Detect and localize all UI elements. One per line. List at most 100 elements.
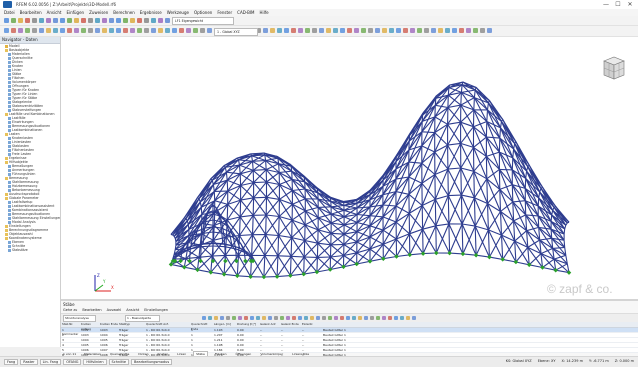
table-cell[interactable]: 1002 — [80, 328, 99, 332]
table-toolbar-icon[interactable] — [244, 316, 248, 320]
view-toolbar-icon[interactable] — [67, 28, 72, 33]
table-toolbar-icon[interactable] — [214, 316, 218, 320]
table-cell[interactable]: 1004 — [99, 333, 118, 337]
view-toolbar-icon[interactable] — [410, 28, 415, 33]
table-menu-item[interactable]: Auswahl — [107, 308, 122, 312]
table-toolbar-icon[interactable] — [310, 316, 314, 320]
table-toolbar-icon[interactable] — [334, 316, 338, 320]
table-cell[interactable]: 1 — [190, 343, 213, 347]
view-toolbar-icon[interactable] — [32, 28, 37, 33]
table-column-header[interactable]: Knoten Ende — [99, 322, 118, 327]
toolbar-icon[interactable] — [137, 18, 142, 23]
toolbar-icon[interactable] — [95, 18, 100, 23]
table-toolbar-icon[interactable] — [412, 316, 416, 320]
table-cell[interactable]: 1 — [61, 328, 80, 332]
view-toolbar-icon[interactable] — [158, 28, 163, 33]
table-cell[interactable]: -- — [280, 343, 301, 347]
gridshell-members[interactable] — [171, 82, 569, 277]
table-cell[interactable]: Bauteil Gitter 1 — [322, 328, 638, 332]
view-select[interactable]: 1 - Global XYZ — [214, 28, 258, 36]
view-toolbar-icon[interactable] — [466, 28, 471, 33]
view-toolbar-icon[interactable] — [144, 28, 149, 33]
view-toolbar-icon[interactable] — [172, 28, 177, 33]
toolbar-icon[interactable] — [116, 18, 121, 23]
view-toolbar-icon[interactable] — [375, 28, 380, 33]
table-cell[interactable]: 1 - RO 60.3x4.0 — [145, 333, 190, 337]
view-toolbar-icon[interactable] — [207, 28, 212, 33]
status-toggle[interactable]: Hilfslinien — [83, 359, 106, 365]
view-toolbar-icon[interactable] — [438, 28, 443, 33]
menu-item-5[interactable]: Berechnen — [113, 9, 135, 16]
view-toolbar-icon[interactable] — [263, 28, 268, 33]
table-cell[interactable]: 1005 — [99, 338, 118, 342]
table-cell[interactable]: 1003 — [99, 328, 118, 332]
table-toolbar-icon[interactable] — [388, 316, 392, 320]
toolbar-icon[interactable] — [4, 18, 9, 23]
menu-item-10[interactable]: CAD-BIM — [237, 9, 254, 16]
view-toolbar-icon[interactable] — [445, 28, 450, 33]
view-toolbar-icon[interactable] — [137, 28, 142, 33]
toolbar-icon[interactable] — [46, 18, 51, 23]
view-toolbar-icon[interactable] — [74, 28, 79, 33]
table-toolbar-icon[interactable] — [238, 316, 242, 320]
table-cell[interactable]: -- — [301, 343, 322, 347]
toolbar-icon[interactable] — [130, 18, 135, 23]
table-toolbar-icon[interactable] — [382, 316, 386, 320]
status-toggle[interactable]: Bearbeitungsmodus — [131, 359, 172, 365]
view-toolbar-icon[interactable] — [18, 28, 23, 33]
table-menu-item[interactable]: Einstellungen — [144, 308, 168, 312]
menu-item-0[interactable]: Datei — [4, 9, 15, 16]
view-toolbar-icon[interactable] — [193, 28, 198, 33]
view-toolbar-icon[interactable] — [312, 28, 317, 33]
maximize-button[interactable]: ☐ — [613, 1, 623, 8]
table-cell[interactable]: 1006 — [99, 343, 118, 347]
status-toggle[interactable]: OFANG — [63, 359, 81, 365]
table-toolbar-icon[interactable] — [226, 316, 230, 320]
table-cell[interactable]: Bauteil Gitter 1 — [322, 333, 638, 337]
table-cell[interactable]: -- — [259, 333, 280, 337]
menu-item-7[interactable]: Werkzeuge — [167, 9, 189, 16]
toolbar-icon[interactable] — [88, 18, 93, 23]
view-toolbar-icon[interactable] — [382, 28, 387, 33]
table-cell[interactable]: 0.00 — [236, 333, 259, 337]
view-toolbar-icon[interactable] — [354, 28, 359, 33]
view-toolbar-icon[interactable] — [326, 28, 331, 33]
table-cell[interactable]: 1 — [190, 333, 213, 337]
toolbar-icon[interactable] — [25, 18, 30, 23]
view-toolbar-icon[interactable] — [81, 28, 86, 33]
menu-item-2[interactable]: Ansicht — [47, 9, 62, 16]
table-cell[interactable]: -- — [280, 338, 301, 342]
view-toolbar-icon[interactable] — [298, 28, 303, 33]
view-toolbar-icon[interactable] — [102, 28, 107, 33]
table-column-header[interactable]: Gelenk Ende — [280, 322, 301, 327]
table-menu-item[interactable]: Bearbeiten — [82, 308, 101, 312]
toolbar-icon[interactable] — [53, 18, 58, 23]
view-toolbar-icon[interactable] — [361, 28, 366, 33]
table-cell[interactable]: Träger — [118, 343, 145, 347]
view-toolbar-icon[interactable] — [130, 28, 135, 33]
table-toolbar-icon[interactable] — [406, 316, 410, 320]
table-toolbar-icon[interactable] — [208, 316, 212, 320]
table-column-header[interactable]: Länge L [m] — [213, 322, 236, 327]
table-cell[interactable]: 1005 — [80, 343, 99, 347]
object-type-select[interactable]: 1 - Basisobjekte — [125, 315, 160, 322]
table-menu-item[interactable]: Gehe zu — [63, 308, 77, 312]
table-toolbar-icon[interactable] — [292, 316, 296, 320]
view-toolbar-icon[interactable] — [319, 28, 324, 33]
tree-item[interactable]: Stabsätze — [0, 248, 60, 252]
view-toolbar-icon[interactable] — [123, 28, 128, 33]
status-toggle[interactable]: Lin. Fang — [40, 359, 62, 365]
table-toolbar-icon[interactable] — [220, 316, 224, 320]
analysis-select[interactable]: Strukturanalyse — [63, 315, 96, 322]
view-toolbar-icon[interactable] — [11, 28, 16, 33]
view-toolbar-icon[interactable] — [39, 28, 44, 33]
table-cell[interactable]: -- — [259, 343, 280, 347]
table-cell[interactable]: -- — [301, 333, 322, 337]
table-toolbar-icon[interactable] — [268, 316, 272, 320]
menu-item-9[interactable]: Fenster — [217, 9, 232, 16]
view-toolbar-icon[interactable] — [347, 28, 352, 33]
table-menu-item[interactable]: Ansicht — [126, 308, 139, 312]
view-toolbar-icon[interactable] — [480, 28, 485, 33]
table-cell[interactable]: Bauteil Gitter 1 — [322, 338, 638, 342]
view-toolbar-icon[interactable] — [88, 28, 93, 33]
